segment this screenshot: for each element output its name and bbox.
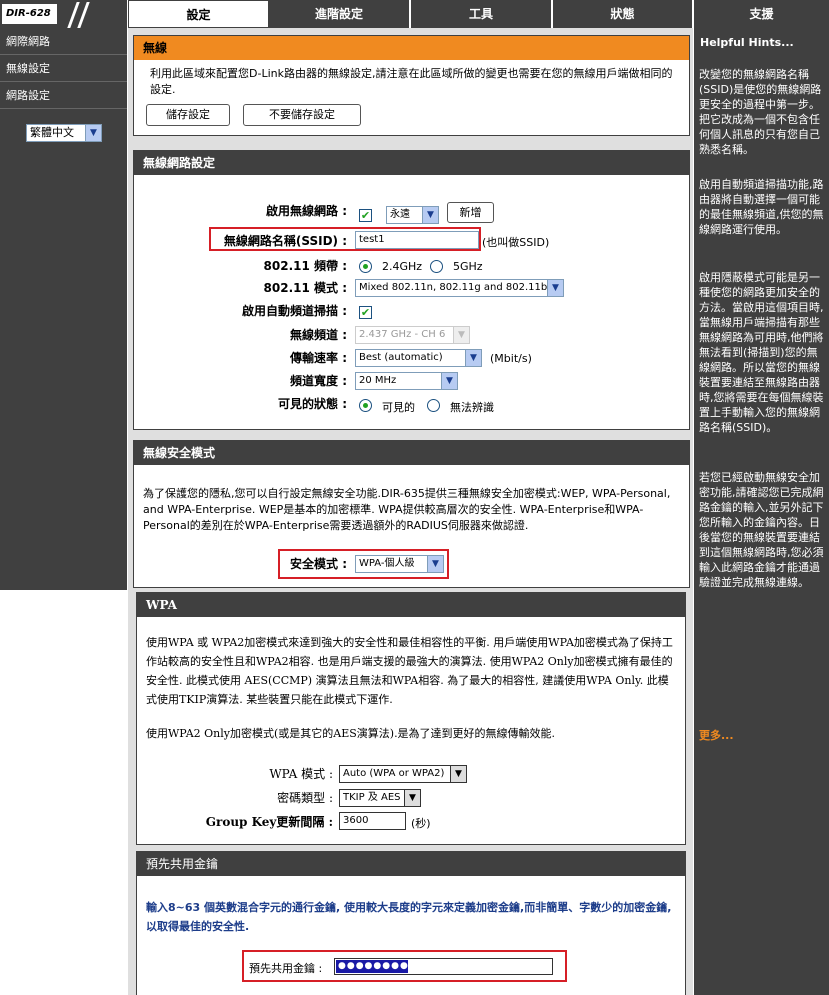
rekey-input[interactable]: 3600 — [339, 812, 406, 830]
wireless-section: 無線 利用此區域來配置您D-Link路由器的無線設定,請注意在此區域所做的變更也… — [133, 35, 690, 136]
mode-label: 802.11 模式 : — [263, 281, 347, 295]
wireless-description: 利用此區域來配置您D-Link路由器的無線設定,請注意在此區域所做的變更也需要在… — [150, 67, 673, 96]
hint-hidden-mode: 啟用隱蔽模式可能是另一種使您的網路更加安全的方法。當啟用這個項目時,當無線用戶端… — [699, 271, 824, 434]
cipher-label: 密碼類型 : — [277, 791, 333, 805]
auto-channel-checkbox[interactable]: ✔ — [359, 306, 372, 319]
hint-security-key: 若您已經啟動無線安全加密功能,請確認您已完成網路金鑰的輸入,並另外記下您所輸入的… — [699, 471, 824, 589]
hint-ssid: 改變您的無線網路名稱(SSID)是使您的無線網路更安全的過程中第一步。把它改成為… — [699, 68, 822, 156]
logo-bar: DIR-628 — [0, 0, 127, 28]
channel-value: 2.437 GHz - CH 6 — [359, 329, 446, 340]
tab-support[interactable]: 支援 — [694, 0, 829, 28]
sidebar-item-wireless[interactable]: 無線設定 — [0, 55, 127, 82]
rate-select[interactable]: Best (automatic) ▼ — [355, 349, 482, 367]
top-nav: 設定 進階設定 工具 狀態 支援 — [128, 0, 829, 28]
psk-description: 輸入8~63 個英數混合字元的通行金鑰, 使用較大長度的字元來定義加密金鑰,而非… — [146, 901, 672, 933]
tab-tools[interactable]: 工具 — [411, 0, 553, 28]
sidebar: 網際網路 無線設定 網路設定 — [0, 28, 127, 590]
model-label: DIR-628 — [2, 4, 57, 24]
wpa-section: WPA 使用WPA 或 WPA2加密模式來達到強大的安全性和最佳相容性的平衡. … — [136, 592, 686, 845]
chevron-down-icon: ▼ — [547, 280, 563, 296]
rekey-unit: (秒) — [411, 817, 431, 830]
sidebar-item-internet[interactable]: 網際網路 — [0, 28, 127, 55]
language-select[interactable]: 繁體中文 ▼ — [26, 124, 102, 142]
mode-value: Mixed 802.11n, 802.11g and 802.11b — [359, 282, 548, 293]
more-link[interactable]: 更多... — [699, 727, 734, 743]
chevron-down-icon: ▼ — [450, 766, 466, 782]
rate-label: 傳輸速率 : — [290, 351, 347, 365]
save-button[interactable]: 儲存設定 — [146, 104, 230, 126]
band-24ghz-label: 2.4GHz — [382, 260, 423, 273]
cipher-select[interactable]: TKIP 及 AES ▼ — [339, 789, 421, 807]
wpa-mode-value: Auto (WPA or WPA2) — [343, 768, 445, 779]
wpa-note: 使用WPA2 Only加密模式(或是其它的AES演算法).是為了達到更好的無線傳… — [146, 727, 556, 740]
tab-advanced[interactable]: 進階設定 — [269, 0, 411, 28]
tab-setup[interactable]: 設定 — [128, 0, 269, 28]
left-blank-area — [0, 590, 127, 995]
tab-status[interactable]: 狀態 — [553, 0, 694, 28]
band-5ghz-radio[interactable] — [430, 260, 443, 273]
psk-title: 預先共用金鑰 — [137, 852, 685, 876]
chevron-down-icon: ▼ — [85, 125, 101, 141]
chevron-down-icon: ▼ — [422, 207, 438, 223]
channel-label: 無線頻道 : — [290, 328, 347, 342]
schedule-value: 永遠 — [390, 209, 410, 220]
invisible-label: 無法辨識 — [450, 401, 494, 414]
security-description: 為了保護您的隱私,您可以自行設定無線安全功能.DIR-635提供三種無線安全加密… — [143, 487, 671, 532]
network-settings-section: 無線網路設定 啟用無線網路 : ✔ 永遠 ▼ 新增 無線網路名稱(SSID) :… — [133, 150, 690, 430]
schedule-select[interactable]: 永遠 ▼ — [386, 206, 439, 224]
invisible-radio[interactable] — [427, 399, 440, 412]
wireless-section-title: 無線 — [134, 36, 689, 60]
hints-title: Helpful Hints... — [700, 36, 794, 49]
ssid-highlight-box — [209, 227, 481, 251]
sidebar-item-network[interactable]: 網路設定 — [0, 82, 127, 109]
rekey-label: Group Key更新間隔 : — [205, 815, 333, 829]
language-value: 繁體中文 — [30, 126, 74, 139]
wpa-mode-label: WPA 模式 : — [269, 767, 333, 781]
chevron-down-icon: ▼ — [453, 327, 469, 343]
visible-radio[interactable] — [359, 399, 372, 412]
auto-channel-label: 啟用自動頻道掃描 : — [242, 304, 347, 318]
chevron-down-icon: ▼ — [465, 350, 481, 366]
hint-auto-channel: 啟用自動頻道掃描功能,路由器將自動選擇一個可能的最佳無線頻道,供您的無線網路運行… — [699, 178, 824, 236]
visible-label: 可見的 — [382, 401, 415, 414]
enable-wireless-checkbox[interactable]: ✔ — [359, 209, 372, 222]
enable-wireless-label: 啟用無線網路 : — [266, 204, 347, 218]
logo-slash-decoration — [77, 2, 90, 28]
mode-select[interactable]: Mixed 802.11n, 802.11g and 802.11b ▼ — [355, 279, 564, 297]
dont-save-button[interactable]: 不要儲存設定 — [243, 104, 361, 126]
width-select[interactable]: 20 MHz ▼ — [355, 372, 458, 390]
channel-select[interactable]: 2.437 GHz - CH 6 ▼ — [355, 326, 470, 344]
band-5ghz-label: 5GHz — [453, 260, 483, 273]
wpa-description: 使用WPA 或 WPA2加密模式來達到強大的安全性和最佳相容性的平衡. 用戶端使… — [146, 636, 673, 706]
band-label: 802.11 頻帶 : — [263, 259, 347, 273]
add-schedule-button[interactable]: 新增 — [447, 202, 494, 223]
network-settings-title: 無線網路設定 — [134, 151, 689, 175]
chevron-down-icon: ▼ — [441, 373, 457, 389]
wpa-mode-select[interactable]: Auto (WPA or WPA2) ▼ — [339, 765, 467, 783]
chevron-down-icon: ▼ — [404, 790, 420, 806]
rate-value: Best (automatic) — [359, 352, 443, 363]
cipher-value: TKIP 及 AES — [343, 792, 401, 803]
width-value: 20 MHz — [359, 375, 397, 386]
rate-unit: (Mbit/s) — [490, 352, 532, 365]
band-24ghz-radio[interactable] — [359, 260, 372, 273]
psk-highlight-box — [242, 950, 567, 982]
ssid-note: (也叫做SSID) — [482, 236, 550, 249]
visibility-label: 可見的狀態 : — [278, 397, 347, 411]
security-mode-highlight-box — [278, 549, 449, 579]
security-title: 無線安全模式 — [134, 441, 689, 465]
wpa-title: WPA — [137, 593, 685, 617]
width-label: 頻道寬度 : — [290, 374, 347, 388]
